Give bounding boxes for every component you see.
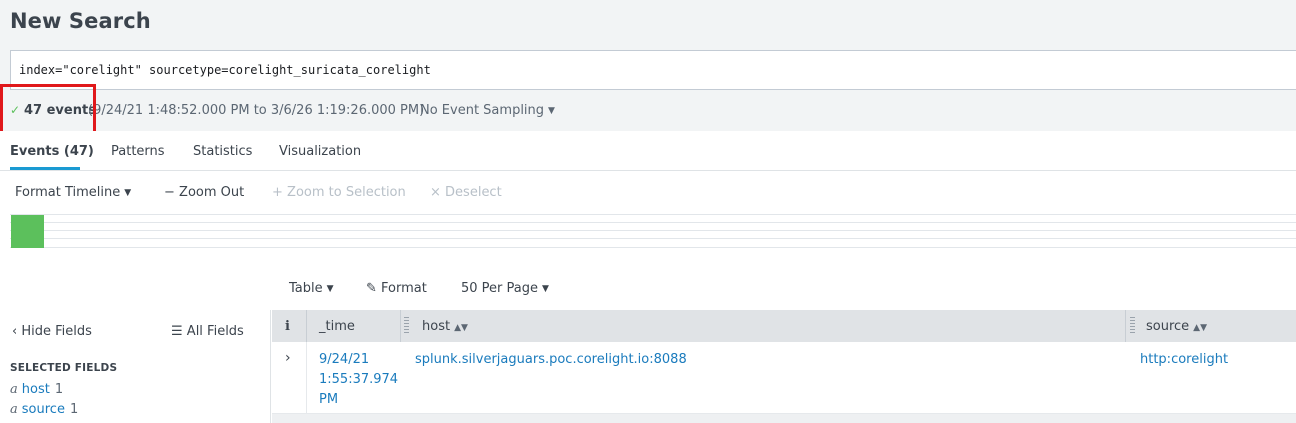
selected-fields-heading: SELECTED FIELDS — [10, 362, 118, 374]
table-view-label: Table — [289, 281, 323, 296]
column-separator — [1125, 310, 1126, 342]
per-page-label: 50 Per Page — [461, 281, 538, 296]
field-type-indicator: a — [10, 402, 18, 417]
search-input[interactable]: index="corelight" sourcetype=corelight_s… — [10, 50, 1296, 90]
info-column-header: i — [285, 319, 290, 334]
results-tabs: Events (47) Patterns Statistics Visualiz… — [0, 131, 1296, 171]
per-page-dropdown[interactable]: 50 Per Page ▼ — [461, 281, 549, 296]
field-item-source[interactable]: a source 1 — [10, 402, 78, 417]
chevron-right-icon[interactable]: › — [285, 350, 291, 366]
tab-visualization[interactable]: Visualization — [279, 144, 361, 159]
plus-icon: + — [272, 185, 283, 200]
timeline-bar[interactable] — [11, 215, 44, 248]
field-count: 1 — [69, 402, 79, 417]
zoom-to-selection-button[interactable]: + Zoom to Selection — [272, 185, 406, 200]
column-header-source[interactable]: source ▲▼ — [1146, 319, 1207, 334]
search-query-text[interactable]: index="corelight" sourcetype=corelight_s… — [19, 63, 431, 77]
hide-fields-button[interactable]: ‹ Hide Fields — [12, 324, 92, 339]
format-timeline-dropdown[interactable]: Format Timeline ▼ — [15, 185, 131, 200]
column-drag-handle[interactable] — [1130, 317, 1135, 334]
column-separator — [400, 310, 401, 342]
table-row: › 9/24/21 1:55:37.974 PM splunk.silverja… — [272, 342, 1296, 414]
tab-events[interactable]: Events (47) — [10, 144, 94, 159]
caret-down-icon: ▼ — [326, 284, 334, 294]
timeline-panel: Format Timeline ▼ − Zoom Out + Zoom to Se… — [0, 171, 1296, 261]
sort-icon: ▲▼ — [454, 323, 468, 333]
x-icon: × — [430, 185, 441, 200]
caret-down-icon: ▼ — [124, 188, 132, 198]
page-title: New Search — [10, 9, 151, 33]
time-date: 9/24/21 — [319, 352, 370, 367]
tab-patterns[interactable]: Patterns — [111, 144, 165, 159]
timeline-chart[interactable] — [10, 214, 1296, 248]
caret-down-icon: ▼ — [548, 106, 555, 116]
tab-statistics[interactable]: Statistics — [193, 144, 252, 159]
cell-source[interactable]: http:corelight — [1140, 350, 1228, 370]
zoom-out-label: Zoom Out — [179, 185, 245, 200]
format-button[interactable]: ✎ Format — [366, 281, 427, 296]
zoom-to-selection-label: Zoom to Selection — [287, 185, 406, 200]
zoom-out-button[interactable]: − Zoom Out — [164, 185, 244, 200]
minus-icon: − — [164, 185, 175, 200]
timeline-gridline — [10, 222, 1296, 223]
list-icon: ☰ — [171, 324, 183, 339]
time-clock: 1:55:37.974 — [319, 372, 399, 387]
hide-fields-label: Hide Fields — [21, 324, 92, 339]
chevron-left-icon: ‹ — [12, 324, 18, 339]
field-item-host[interactable]: a host 1 — [10, 382, 63, 397]
time-ampm: PM — [319, 392, 339, 407]
field-type-indicator: a — [10, 382, 18, 397]
fields-sidebar: ‹ Hide Fields ☰ All Fields SELECTED FIEL… — [0, 310, 271, 423]
caret-down-icon: ▼ — [542, 284, 549, 294]
all-fields-button[interactable]: ☰ All Fields — [171, 324, 244, 339]
table-view-dropdown[interactable]: Table ▼ — [289, 281, 334, 296]
timeline-gridline — [10, 238, 1296, 239]
time-range-text: (9/24/21 1:48:52.000 PM to 3/6/26 1:19:2… — [88, 103, 425, 118]
event-sampling-dropdown[interactable]: No Event Sampling ▼ — [420, 103, 555, 118]
column-header-time[interactable]: _time — [319, 319, 355, 334]
cell-host[interactable]: splunk.silverjaguars.poc.corelight.io:80… — [415, 350, 687, 370]
sort-icon: ▲▼ — [1193, 323, 1208, 333]
column-header-host[interactable]: host ▲▼ — [422, 319, 468, 334]
timeline-gridline — [10, 230, 1296, 231]
search-status-bar: ✓ 47 events (9/24/21 1:48:52.000 PM to 3… — [0, 91, 1296, 131]
pencil-icon: ✎ — [366, 281, 377, 296]
format-label: Format — [381, 281, 427, 296]
all-fields-label: All Fields — [186, 324, 244, 339]
column-header-source-label: source — [1146, 319, 1190, 334]
column-header-host-label: host — [422, 319, 451, 334]
deselect-button[interactable]: × Deselect — [430, 185, 502, 200]
field-count: 1 — [54, 382, 64, 397]
column-separator — [306, 310, 307, 342]
deselect-label: Deselect — [445, 185, 502, 200]
column-drag-handle[interactable] — [404, 317, 409, 334]
events-table-header: i _time host ▲▼ source ▲▼ — [272, 310, 1296, 342]
field-name[interactable]: host — [22, 382, 50, 397]
active-tab-indicator — [10, 167, 80, 170]
event-sampling-label: No Event Sampling — [420, 103, 545, 118]
field-name[interactable]: source — [22, 402, 65, 417]
format-timeline-label: Format Timeline — [15, 185, 121, 200]
table-row — [272, 414, 1296, 423]
timeline-gridline — [10, 214, 1296, 215]
cell-time[interactable]: 9/24/21 1:55:37.974 PM — [319, 350, 398, 410]
timeline-gridline — [10, 247, 1296, 248]
row-divider — [306, 342, 307, 414]
